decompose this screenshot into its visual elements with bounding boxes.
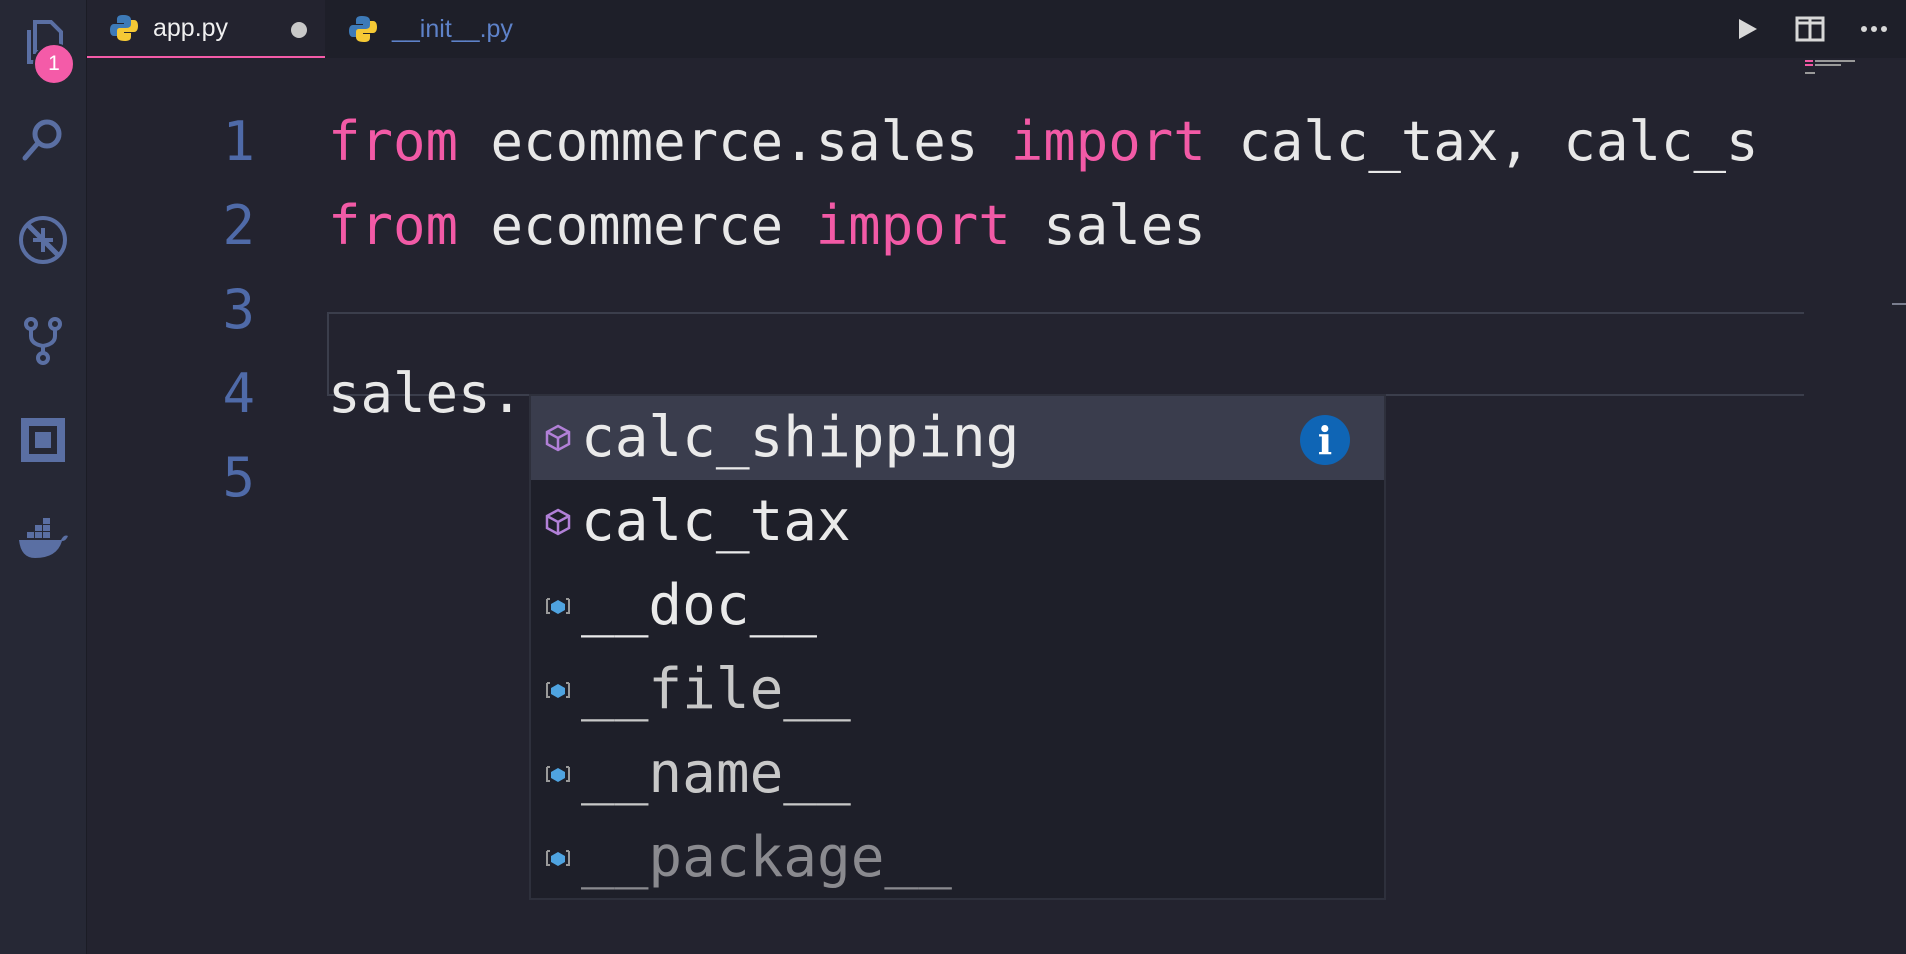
tab-label: __init__.py [392,14,513,43]
unsaved-indicator[interactable] [291,22,307,38]
variable-icon [546,850,570,866]
keyword-token: import [815,194,1011,257]
autocomplete-suggestions: calc_shipping i calc_tax __doc__ __file_… [529,394,1386,900]
suggestion-item[interactable]: calc_shipping i [531,396,1384,480]
keyword-token: from [328,110,459,173]
info-icon[interactable]: i [1300,415,1350,465]
editor-actions [1714,0,1906,58]
identifier-token: ecommerce [458,194,816,257]
line-code[interactable]: sales. [328,352,523,436]
line-number: 2 [222,194,255,257]
tab-bar: app.py __init__.py [87,0,1906,58]
code-line: 2 from ecommerce import sales [87,184,1804,268]
identifier-token: calc_tax, calc_s [1205,110,1759,173]
identifier-token: sales. [328,362,524,425]
split-editor-icon[interactable] [1778,0,1842,58]
suggestion-label: __file__ [581,657,851,722]
suggestion-label: calc_tax [581,489,851,554]
suggestion-label: __doc__ [581,573,818,638]
module-icon [545,508,571,536]
variable-icon [546,766,570,782]
keyword-token: from [328,194,459,257]
suggestion-item[interactable]: __package__ [531,816,1384,898]
minimap-line [1815,60,1855,62]
python-icon [349,16,377,42]
scrollbar-cursor-marker [1892,303,1906,305]
line-number: 1 [222,110,255,173]
suggestion-item[interactable]: __name__ [531,732,1384,816]
minimap-line [1815,64,1841,66]
code-line: 1 from ecommerce.sales import calc_tax, … [87,100,1804,184]
tab-label: app.py [153,13,229,42]
source-control-icon[interactable] [0,300,86,380]
minimap[interactable] [1804,58,1906,954]
minimap-line [1805,72,1815,74]
suggestion-label: calc_shipping [581,405,1020,470]
suggestion-item[interactable]: calc_tax [531,480,1384,564]
suggestion-item[interactable]: __doc__ [531,564,1384,648]
module-icon [545,424,571,452]
tab-init-py[interactable]: __init__.py [326,0,556,58]
docker-icon[interactable] [0,500,86,580]
remote-explorer-icon[interactable] [0,400,86,480]
line-code[interactable]: from ecommerce import sales [328,184,1206,268]
suggestion-label: __package__ [581,825,952,890]
run-icon[interactable] [1714,0,1778,58]
line-number: 3 [222,278,255,341]
more-actions-icon[interactable] [1842,0,1906,58]
suggestion-label: __name__ [581,741,851,806]
identifier-token: sales [1010,194,1206,257]
tab-app-py[interactable]: app.py [87,0,325,58]
variable-icon [546,682,570,698]
search-icon[interactable] [0,100,86,180]
suggestion-item[interactable]: __file__ [531,648,1384,732]
code-line: 3 [87,268,1804,352]
debug-icon[interactable] [0,200,86,280]
variable-icon [546,598,570,614]
explorer-badge: 1 [33,43,75,85]
line-number: 5 [222,446,255,509]
line-code[interactable]: from ecommerce.sales import calc_tax, ca… [328,100,1759,184]
python-icon [110,15,138,41]
minimap-line [1805,60,1813,62]
identifier-token: ecommerce.sales [458,110,1011,173]
activity-bar: 1 [0,0,87,954]
line-number: 4 [222,362,255,425]
minimap-line [1805,64,1813,66]
keyword-token: import [1010,110,1206,173]
